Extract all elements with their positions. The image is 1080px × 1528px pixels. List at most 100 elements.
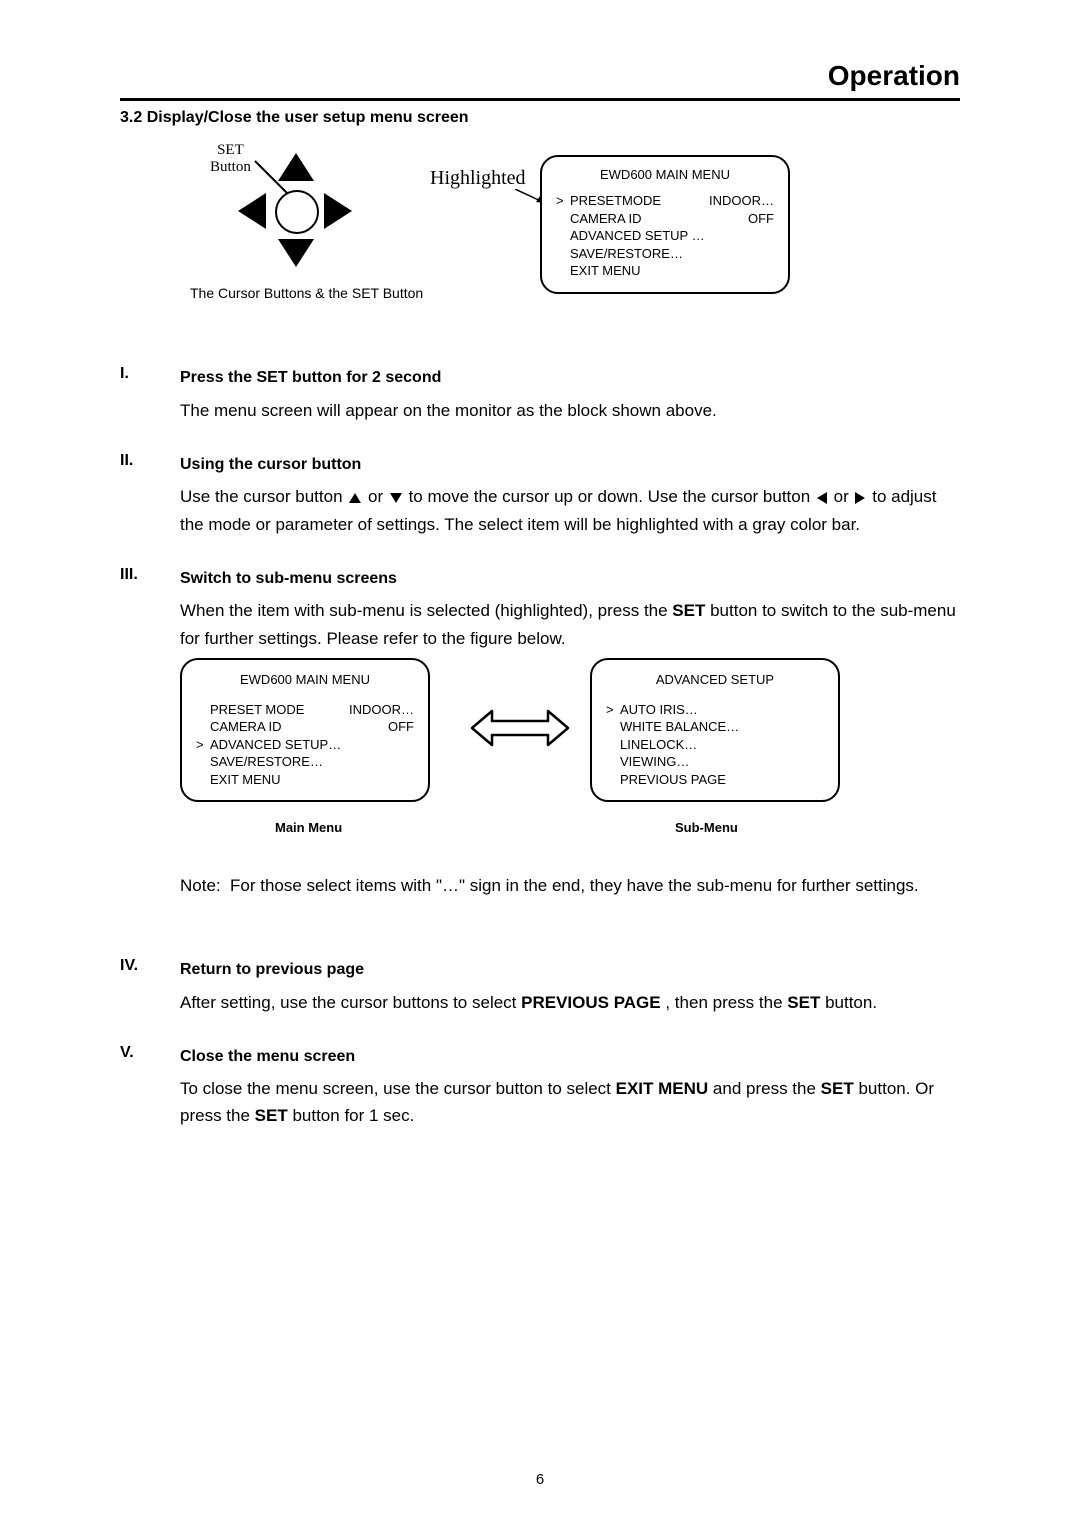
row-label: SAVE/RESTORE… <box>210 753 323 771</box>
row-label: CAMERA ID <box>210 718 282 736</box>
step-head: Close the menu screen <box>180 1044 960 1070</box>
row-caret: > <box>606 701 620 719</box>
menu-row: > AUTO IRIS… <box>606 701 824 719</box>
menu-row: CAMERA ID OFF <box>196 718 414 736</box>
row-caret <box>556 210 570 228</box>
arrow-up-icon <box>278 153 314 181</box>
page-title: Operation <box>120 60 960 92</box>
row-value: OFF <box>376 718 414 736</box>
row-caret <box>556 262 570 280</box>
row-label: ADVANCED SETUP… <box>210 736 341 754</box>
set-button-icon <box>275 190 319 234</box>
row-label: LINELOCK… <box>620 736 697 754</box>
text: and press the <box>713 1079 821 1098</box>
arrow-down-icon <box>390 493 402 503</box>
row-caret <box>606 753 620 771</box>
menu-row: PREVIOUS PAGE <box>606 771 824 789</box>
main-menu-box: EWD600 MAIN MENU PRESET MODE INDOOR… CAM… <box>180 658 430 803</box>
row-caret: > <box>196 736 210 754</box>
figure-caption-main: Main Menu <box>275 818 342 839</box>
step-v: V. Close the menu screen To close the me… <box>120 1044 960 1130</box>
row-caret <box>606 718 620 736</box>
note: Note: For those select items with "…" si… <box>180 872 960 899</box>
steps: I. Press the SET button for 2 second The… <box>120 365 960 1130</box>
sub-menu-box: ADVANCED SETUP > AUTO IRIS… WHITE BALANC… <box>590 658 840 803</box>
menu-row: EXIT MENU <box>196 771 414 789</box>
step-head: Using the cursor button <box>180 452 960 478</box>
row-caret <box>606 771 620 789</box>
arrow-left-icon <box>817 492 827 504</box>
row-label: AUTO IRIS… <box>620 701 698 719</box>
row-label: ADVANCED SETUP … <box>570 227 705 245</box>
menu-title: EWD600 MAIN MENU <box>196 670 414 691</box>
page: Operation 3.2 Display/Close the user set… <box>0 0 1080 1528</box>
menu-row: SAVE/RESTORE… <box>196 753 414 771</box>
text: button. <box>825 993 877 1012</box>
step-body: When the item with sub-menu is selected … <box>180 597 960 651</box>
text: or <box>834 487 854 506</box>
section-heading: 3.2 Display/Close the user setup menu sc… <box>120 109 960 127</box>
note-body: For those select items with "…" sign in … <box>230 872 919 899</box>
double-arrow-icon <box>470 703 570 761</box>
step-num: V. <box>120 1044 180 1130</box>
row-label: SAVE/RESTORE… <box>570 245 683 263</box>
row-value: OFF <box>736 210 774 228</box>
step-num: II. <box>120 452 180 538</box>
main-menu-box-top: EWD600 MAIN MENU > PRESETMODE INDOOR… CA… <box>540 155 790 294</box>
step-num: IV. <box>120 957 180 1016</box>
page-number: 6 <box>0 1471 1080 1488</box>
step-head: Press the SET button for 2 second <box>180 365 960 391</box>
menu-row: VIEWING… <box>606 753 824 771</box>
arrow-left-icon <box>238 193 266 229</box>
step-body: The menu screen will appear on the monit… <box>180 397 960 424</box>
menu-title: EWD600 MAIN MENU <box>556 167 774 182</box>
row-label: EXIT MENU <box>210 771 281 789</box>
cursor-pad-caption: The Cursor Buttons & the SET Button <box>190 285 423 301</box>
step-head: Switch to sub-menu screens <box>180 566 960 592</box>
menu-row: LINELOCK… <box>606 736 824 754</box>
step-body: After setting, use the cursor buttons to… <box>180 989 960 1016</box>
menu-title: ADVANCED SETUP <box>606 670 824 691</box>
step-body: To close the menu screen, use the cursor… <box>180 1075 960 1129</box>
text: , then press the <box>665 993 787 1012</box>
text: Use the cursor button <box>180 487 347 506</box>
text-bold: SET <box>787 993 820 1012</box>
step-head: Return to previous page <box>180 957 960 983</box>
row-caret <box>556 245 570 263</box>
arrow-right-icon <box>855 492 865 504</box>
row-caret <box>196 718 210 736</box>
row-label: PRESET MODE <box>210 701 304 719</box>
row-label: WHITE BALANCE… <box>620 718 739 736</box>
text: to move the cursor up or down. Use the c… <box>409 487 815 506</box>
row-label: PREVIOUS PAGE <box>620 771 726 789</box>
menu-row: > ADVANCED SETUP… <box>196 736 414 754</box>
rule <box>120 98 960 101</box>
menu-row: SAVE/RESTORE… <box>556 245 774 263</box>
step-num: III. <box>120 566 180 929</box>
menu-row: PRESET MODE INDOOR… <box>196 701 414 719</box>
arrow-down-icon <box>278 239 314 267</box>
step-num: I. <box>120 365 180 424</box>
text-bold: SET <box>821 1079 854 1098</box>
menu-row: > PRESETMODE INDOOR… <box>556 192 774 210</box>
step-iii: III. Switch to sub-menu screens When the… <box>120 566 960 929</box>
row-value: INDOOR… <box>697 192 774 210</box>
step-ii: II. Using the cursor button Use the curs… <box>120 452 960 538</box>
text: When the item with sub-menu is selected … <box>180 601 672 620</box>
text: or <box>368 487 388 506</box>
step-iv: IV. Return to previous page After settin… <box>120 957 960 1016</box>
text: To close the menu screen, use the cursor… <box>180 1079 616 1098</box>
arrow-up-icon <box>349 493 361 503</box>
cursor-pad <box>240 155 350 265</box>
row-label: EXIT MENU <box>570 262 641 280</box>
menu-row: CAMERA ID OFF <box>556 210 774 228</box>
text-bold: EXIT MENU <box>616 1079 709 1098</box>
figure-caption-sub: Sub-Menu <box>675 818 738 839</box>
step-i: I. Press the SET button for 2 second The… <box>120 365 960 424</box>
row-label: VIEWING… <box>620 753 689 771</box>
figure-top: SET Button The Cursor Buttons & the SET … <box>120 145 960 325</box>
row-caret <box>196 771 210 789</box>
row-caret <box>606 736 620 754</box>
text-bold: SET <box>672 601 705 620</box>
note-label: Note: <box>180 872 230 899</box>
